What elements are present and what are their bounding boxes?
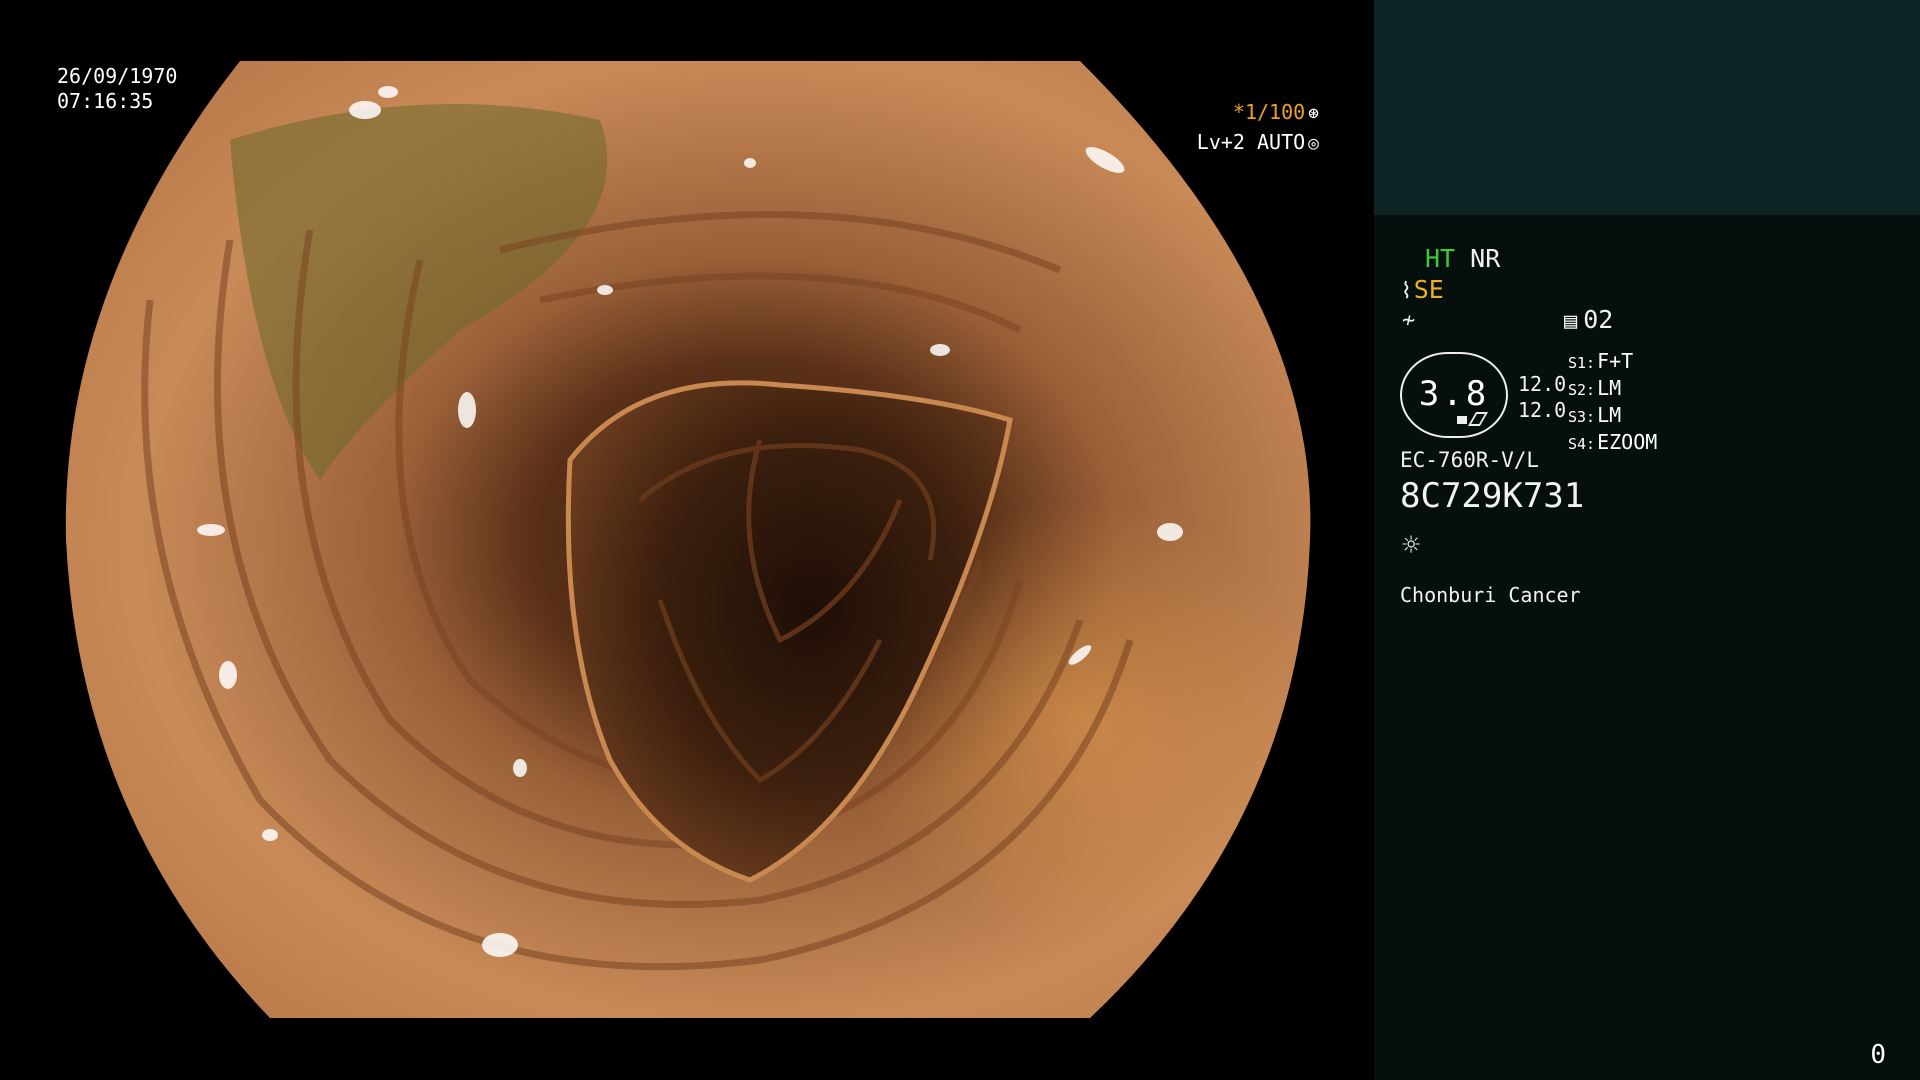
hospital-name: Chonburi Cancer [1400,583,1581,607]
exam-time: 07:16:35 [57,89,154,113]
se-status: ⌇SE [1401,275,1444,304]
shutter-row: *1/100 ⊛ [1197,98,1319,128]
switch-s1: S1: F+T [1568,349,1634,373]
switch-s3: S3: LM [1568,403,1622,427]
switch-s4: S4: EZOOM [1568,430,1658,454]
zoom-level-upper: 12.0 [1518,372,1567,396]
switch-s2: S2: LM [1568,376,1622,400]
zoom-value: 3.8 [1418,374,1490,414]
nr-label: NR [1470,244,1501,273]
zoom-level-lower: 12.0 [1518,398,1567,422]
exam-date: 26/09/1970 [57,64,178,88]
brightness-level: Lv+2 AUTO [1196,130,1306,154]
info-side-panel: HT NR ⌇SE ≁ ▤ 02 3.8 12.0 12.0 S1: F+T S2:… [1374,0,1920,1080]
endoscopic-image [65,61,1311,1018]
memo-icon: ▤ [1564,309,1578,334]
scope-serial: 8C729K731 [1400,476,1585,516]
ht-nr-status: HT NR [1425,244,1500,273]
signal-status: ≁ [1402,305,1417,333]
exposure-info: *1/100 ⊛ Lv+2 AUTO ◎ [1197,98,1319,158]
zoom-mark [1457,416,1467,424]
se-label: SE [1413,275,1444,304]
shutter-icon: ⊛ [1308,103,1319,124]
scope-switch-list: S1: F+T S2: LM S3: LM S4: EZOOM [1568,349,1657,457]
iris-icon: ◎ [1308,133,1319,154]
signal-icon: ≁ [1402,308,1416,333]
zoom-mark-outline [1467,412,1489,426]
light-source-icon: ☼ [1402,528,1421,563]
scope-model: EC-760R-V/L [1400,448,1540,472]
shutter-speed: *1/100 [1232,100,1306,124]
exam-datetime: 26/09/1970 07:16:35 [57,64,177,114]
endoscope-view-pane: 26/09/1970 07:16:35 *1/100 ⊛ Lv+2 AUTO ◎ [0,0,1374,1080]
image-counter: 0 [1870,1040,1886,1070]
memo-count: 02 [1583,305,1614,334]
panel-header-area [1374,0,1920,215]
scope-tip-icon: ⌇ [1401,279,1412,304]
zoom-indicator: 3.8 [1400,352,1508,438]
memory-status: ▤ 02 [1564,305,1613,334]
ht-label: HT [1425,244,1456,273]
brightness-row: Lv+2 AUTO ◎ [1197,128,1319,158]
